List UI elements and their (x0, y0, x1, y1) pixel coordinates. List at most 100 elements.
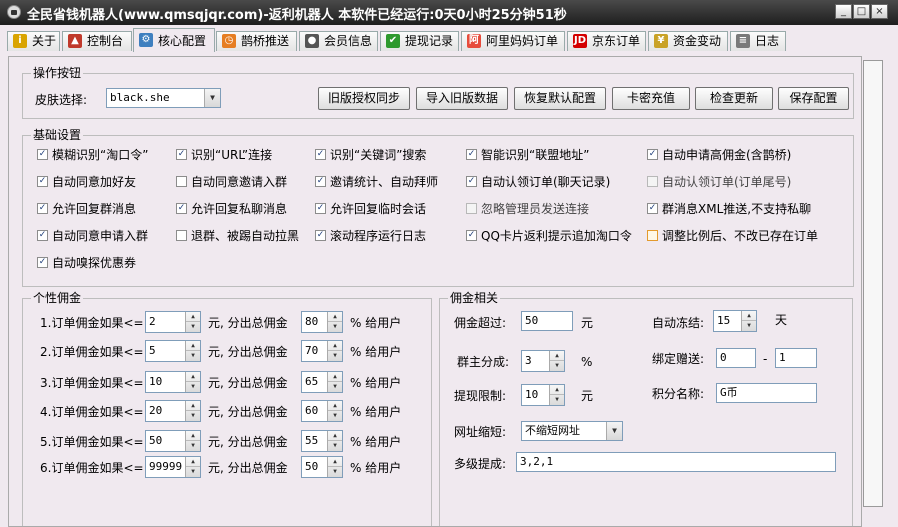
stepper-up-icon[interactable]: ▲ (328, 341, 342, 351)
stepper-up-icon[interactable]: ▲ (328, 457, 342, 467)
bind-bonus-from-input[interactable]: 0 (716, 348, 756, 368)
chevron-down-icon[interactable]: ▼ (606, 422, 622, 440)
stepper-buttons[interactable]: ▲ ▼ (327, 341, 342, 361)
basic-setting-checkbox[interactable]: ✓ 识别“URL”连接 (176, 148, 272, 163)
close-button[interactable]: × (871, 4, 888, 19)
stepper-down-icon[interactable]: ▼ (328, 467, 342, 477)
tab-alimama-orders[interactable]: 阿 阿里妈妈订单 (461, 31, 565, 51)
stepper-buttons[interactable]: ▲ ▼ (185, 431, 200, 451)
stepper-down-icon[interactable]: ▼ (328, 441, 342, 451)
stepper-up-icon[interactable]: ▲ (186, 431, 200, 441)
group-owner-share-stepper[interactable]: 3 ▲ ▼ (521, 350, 565, 372)
basic-setting-checkbox[interactable]: 调整比例后、不改已存在订单 (647, 229, 818, 244)
stepper-up-icon[interactable]: ▲ (550, 351, 564, 361)
stepper-up-icon[interactable]: ▲ (328, 372, 342, 382)
stepper-up-icon[interactable]: ▲ (742, 311, 756, 321)
check-icon[interactable]: ✓ (315, 149, 326, 160)
basic-setting-checkbox[interactable]: ✓ 允许回复临时会话 (315, 202, 426, 217)
stepper-down-icon[interactable]: ▼ (186, 382, 200, 392)
check-icon[interactable]: ✓ (37, 230, 48, 241)
title-bar[interactable]: 全民省钱机器人(www.qmsqjqr.com)-返利机器人 本软件已经运行:0… (0, 0, 898, 25)
check-icon[interactable]: ✓ (176, 203, 187, 214)
tier-percent-stepper[interactable]: 65 ▲ ▼ (301, 371, 343, 393)
commission-exceed-input[interactable]: 50 (521, 311, 573, 331)
check-icon[interactable]: ✓ (466, 149, 477, 160)
tab-jd-orders[interactable]: JD 京东订单 (567, 31, 646, 51)
stepper-up-icon[interactable]: ▲ (186, 312, 200, 322)
check-icon[interactable]: ✓ (315, 176, 326, 187)
stepper-down-icon[interactable]: ▼ (742, 321, 756, 331)
tab-core-config[interactable]: ⚙ 核心配置 (133, 28, 215, 52)
stepper-up-icon[interactable]: ▲ (186, 341, 200, 351)
basic-setting-checkbox[interactable]: ✓ QQ卡片返利提示追加淘口令 (466, 229, 632, 244)
multi-level-input[interactable]: 3,2,1 (516, 452, 836, 472)
checkbox-box[interactable] (176, 176, 187, 187)
stepper-buttons[interactable]: ▲ ▼ (327, 372, 342, 392)
stepper-buttons[interactable]: ▲ ▼ (185, 312, 200, 332)
check-icon[interactable]: ✓ (176, 149, 187, 160)
stepper-down-icon[interactable]: ▼ (328, 382, 342, 392)
stepper-down-icon[interactable]: ▼ (328, 411, 342, 421)
tab-fund-changes[interactable]: ¥ 资金变动 (648, 31, 728, 51)
basic-setting-checkbox[interactable]: ✓ 滚动程序运行日志 (315, 229, 426, 244)
tab-queqiao-push[interactable]: ◷ 鹊桥推送 (216, 31, 297, 51)
tab-about[interactable]: i 关于 (7, 31, 60, 51)
basic-setting-checkbox[interactable]: ✓ 自动同意加好友 (37, 175, 136, 190)
basic-setting-checkbox[interactable]: ✓ 智能识别“联盟地址” (466, 148, 589, 163)
check-icon[interactable]: ✓ (466, 230, 477, 241)
tier-threshold-stepper[interactable]: 10 ▲ ▼ (145, 371, 201, 393)
stepper-down-icon[interactable]: ▼ (186, 467, 200, 477)
restore-default-config-button[interactable]: 恢复默认配置 (514, 87, 606, 110)
check-icon[interactable]: ✓ (315, 230, 326, 241)
save-config-button[interactable]: 保存配置 (778, 87, 849, 110)
stepper-buttons[interactable]: ▲ ▼ (185, 457, 200, 477)
basic-setting-checkbox[interactable]: ✓ 邀请统计、自动拜师 (315, 175, 438, 190)
tab-member-info[interactable]: ● 会员信息 (299, 31, 378, 51)
stepper-up-icon[interactable]: ▲ (328, 431, 342, 441)
basic-setting-checkbox[interactable]: ✓ 允许回复群消息 (37, 202, 136, 217)
maximize-button[interactable]: □ (853, 4, 870, 19)
basic-setting-checkbox[interactable]: ✓ 识别“关键词”搜索 (315, 148, 426, 163)
stepper-down-icon[interactable]: ▼ (186, 351, 200, 361)
minimize-button[interactable]: _ (835, 4, 852, 19)
points-name-input[interactable]: G币 (716, 383, 817, 403)
basic-setting-checkbox[interactable]: ✓ 允许回复私聊消息 (176, 202, 287, 217)
stepper-up-icon[interactable]: ▲ (186, 457, 200, 467)
stepper-up-icon[interactable]: ▲ (550, 385, 564, 395)
tier-threshold-stepper[interactable]: 20 ▲ ▼ (145, 400, 201, 422)
stepper-down-icon[interactable]: ▼ (550, 361, 564, 371)
basic-setting-checkbox[interactable]: ✓ 群消息XML推送,不支持私聊 (647, 202, 811, 217)
basic-setting-checkbox[interactable]: 忽略管理员发送连接 (466, 202, 589, 217)
stepper-buttons[interactable]: ▲ ▼ (549, 385, 564, 405)
check-icon[interactable]: ✓ (37, 149, 48, 160)
stepper-down-icon[interactable]: ▼ (328, 351, 342, 361)
basic-setting-checkbox[interactable]: ✓ 自动申请高佣金(含鹊桥) (647, 148, 791, 163)
stepper-buttons[interactable]: ▲ ▼ (185, 341, 200, 361)
tier-percent-stepper[interactable]: 50 ▲ ▼ (301, 456, 343, 478)
auto-freeze-stepper[interactable]: 15 ▲ ▼ (713, 310, 757, 332)
stepper-buttons[interactable]: ▲ ▼ (327, 312, 342, 332)
stepper-up-icon[interactable]: ▲ (186, 372, 200, 382)
tab-log[interactable]: ≡ 日志 (730, 31, 786, 51)
stepper-buttons[interactable]: ▲ ▼ (549, 351, 564, 371)
stepper-up-icon[interactable]: ▲ (328, 401, 342, 411)
stepper-down-icon[interactable]: ▼ (328, 322, 342, 332)
legacy-auth-sync-button[interactable]: 旧版授权同步 (318, 87, 410, 110)
check-icon[interactable]: ✓ (315, 203, 326, 214)
tier-threshold-stepper[interactable]: 5 ▲ ▼ (145, 340, 201, 362)
stepper-buttons[interactable]: ▲ ▼ (327, 457, 342, 477)
card-recharge-button[interactable]: 卡密充值 (612, 87, 690, 110)
import-legacy-data-button[interactable]: 导入旧版数据 (416, 87, 508, 110)
stepper-buttons[interactable]: ▲ ▼ (185, 372, 200, 392)
bind-bonus-to-input[interactable]: 1 (775, 348, 817, 368)
stepper-down-icon[interactable]: ▼ (186, 441, 200, 451)
check-icon[interactable]: ✓ (37, 257, 48, 268)
check-icon[interactable]: ✓ (647, 149, 658, 160)
tier-percent-stepper[interactable]: 60 ▲ ▼ (301, 400, 343, 422)
vertical-scrollbar[interactable] (863, 60, 883, 507)
checkbox-box[interactable] (647, 230, 658, 241)
basic-setting-checkbox[interactable]: ✓ 自动同意申请入群 (37, 229, 148, 244)
stepper-buttons[interactable]: ▲ ▼ (327, 431, 342, 451)
withdraw-limit-stepper[interactable]: 10 ▲ ▼ (521, 384, 565, 406)
check-update-button[interactable]: 检查更新 (695, 87, 773, 110)
